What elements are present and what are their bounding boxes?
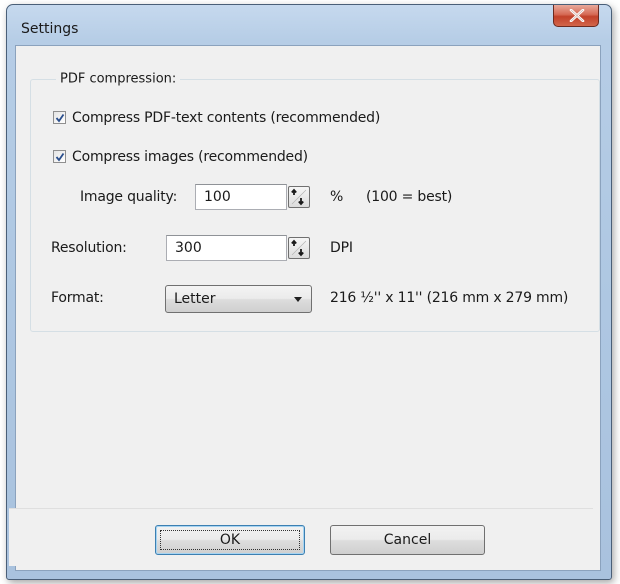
window-title: Settings: [21, 21, 79, 37]
resolution-label: Resolution:: [51, 240, 127, 256]
format-label: Format:: [51, 290, 104, 306]
compress-text-label[interactable]: Compress PDF-text contents (recommended): [72, 110, 380, 126]
resolution-spinner[interactable]: [288, 237, 310, 259]
resolution-value: 300: [175, 240, 202, 256]
cancel-button-label: Cancel: [383, 532, 432, 548]
image-quality-spinner[interactable]: [288, 186, 310, 208]
spin-arrows-icon: [291, 239, 307, 257]
close-button[interactable]: [553, 5, 599, 27]
compress-text-checkbox[interactable]: [53, 111, 66, 124]
image-quality-label: Image quality:: [80, 189, 178, 205]
resolution-input[interactable]: 300: [166, 235, 287, 261]
compress-images-label[interactable]: Compress images (recommended): [72, 149, 308, 165]
image-quality-input[interactable]: 100: [195, 184, 287, 210]
format-selected: Letter: [174, 291, 216, 307]
image-quality-value: 100: [204, 189, 231, 205]
ok-button-label: OK: [219, 532, 241, 548]
image-quality-hint: (100 = best): [366, 189, 453, 205]
image-quality-unit: %: [330, 189, 344, 205]
cancel-button[interactable]: Cancel: [330, 525, 485, 555]
format-dropdown[interactable]: Letter: [165, 285, 312, 313]
checkmark-icon: [55, 152, 65, 162]
format-dimensions: 216 ½'' x 11'' (216 mm x 279 mm): [330, 290, 569, 306]
title-bar[interactable]: Settings: [7, 5, 611, 45]
close-icon: [569, 9, 585, 22]
ok-button[interactable]: OK: [155, 525, 305, 555]
group-legend: PDF compression:: [56, 71, 181, 87]
spin-arrows-icon: [291, 188, 307, 206]
chevron-down-icon: [294, 297, 302, 302]
resolution-unit: DPI: [330, 240, 353, 256]
compress-images-checkbox[interactable]: [53, 150, 66, 163]
checkmark-icon: [55, 113, 65, 123]
